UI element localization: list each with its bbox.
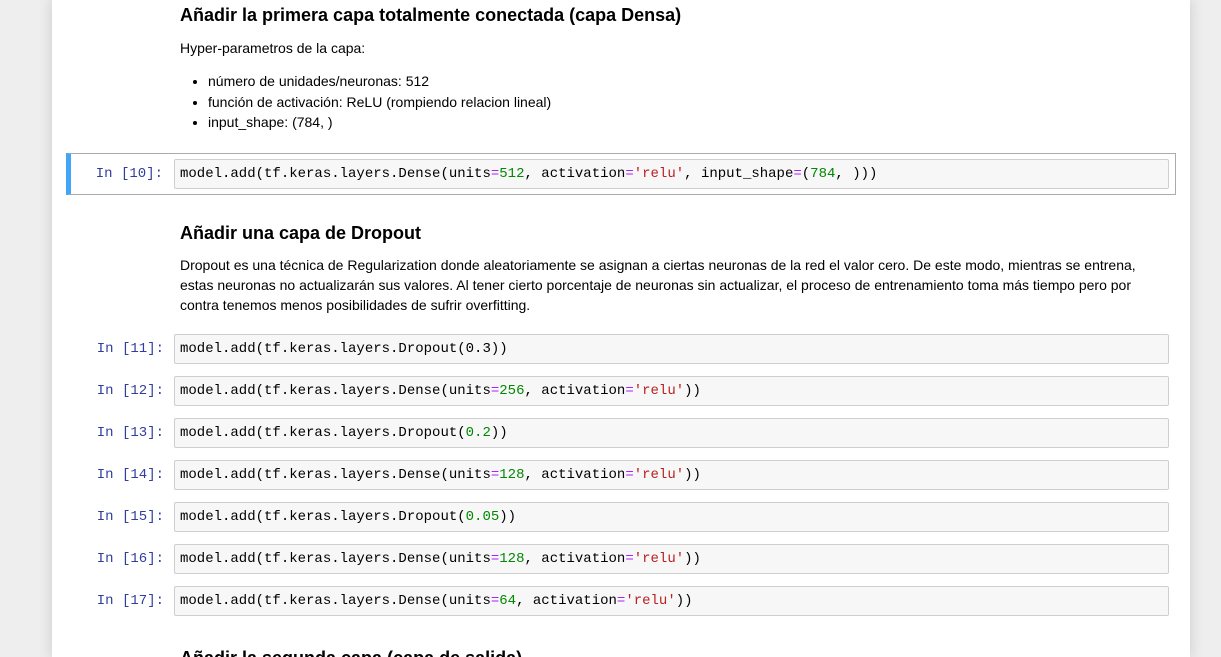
cell-prompt: In [11]: xyxy=(96,341,164,357)
code-text: model.add(tf.keras.layers.Dense(units=25… xyxy=(180,383,701,399)
markdown-cell-dropout-intro[interactable]: Añadir una capa de Dropout Dropout es un… xyxy=(180,222,1160,315)
code-input[interactable]: model.add(tf.keras.layers.Dense(units=12… xyxy=(174,544,1169,574)
code-cell-15[interactable]: In [15]: model.add(tf.keras.layers.Dropo… xyxy=(66,497,1176,539)
code-input[interactable]: model.add(tf.keras.layers.Dense(units=12… xyxy=(174,460,1169,490)
cell-prompt: In [13]: xyxy=(96,425,164,441)
code-input[interactable]: model.add(tf.keras.layers.Dense(units=25… xyxy=(174,376,1169,406)
code-text: model.add(tf.keras.layers.Dense(units=12… xyxy=(180,467,701,483)
code-cell-10[interactable]: In [10]: model.add(tf.keras.layers.Dense… xyxy=(66,153,1176,195)
list-item: input_shape: (784, ) xyxy=(208,112,1160,133)
code-text: model.add(tf.keras.layers.Dense(units=64… xyxy=(180,593,693,609)
code-cell-13[interactable]: In [13]: model.add(tf.keras.layers.Dropo… xyxy=(66,413,1176,455)
code-cell-17[interactable]: In [17]: model.add(tf.keras.layers.Dense… xyxy=(66,581,1176,623)
code-cell-16[interactable]: In [16]: model.add(tf.keras.layers.Dense… xyxy=(66,539,1176,581)
code-text-highlighted: model.add(tf.keras.layers.Dropout(0.3)) xyxy=(180,341,508,357)
code-input[interactable]: model.add(tf.keras.layers.Dense(units=51… xyxy=(174,159,1169,189)
code-input[interactable]: model.add(tf.keras.layers.Dropout(0.3)) xyxy=(174,334,1169,364)
list-item: función de activación: ReLU (rompiendo r… xyxy=(208,92,1160,113)
code-input[interactable]: model.add(tf.keras.layers.Dropout(0.2)) xyxy=(174,418,1169,448)
code-text: model.add(tf.keras.layers.Dropout(0.05)) xyxy=(180,509,517,525)
code-text: model.add(tf.keras.layers.Dense(units=12… xyxy=(180,551,701,567)
code-text: model.add(tf.keras.layers.Dropout(0.2)) xyxy=(180,425,508,441)
code-cell-11[interactable]: In [11]: model.add(tf.keras.layers.Dropo… xyxy=(66,329,1176,371)
section-heading-dropout: Añadir una capa de Dropout xyxy=(180,223,422,243)
code-input[interactable]: model.add(tf.keras.layers.Dense(units=64… xyxy=(174,586,1169,616)
hyperparams-intro: Hyper-parametros de la capa: xyxy=(180,40,366,56)
cell-prompt: In [10]: xyxy=(95,166,163,182)
dropout-description: Dropout es una técnica de Regularization… xyxy=(180,257,1136,313)
cell-prompt: In [17]: xyxy=(96,593,164,609)
list-item: número de unidades/neuronas: 512 xyxy=(208,71,1160,92)
hyperparams-list: número de unidades/neuronas: 512 función… xyxy=(180,71,1160,133)
markdown-cell-dense-intro[interactable]: Añadir la primera capa totalmente conect… xyxy=(180,4,1160,133)
notebook-container: Añadir la primera capa totalmente conect… xyxy=(52,0,1190,657)
code-cell-14[interactable]: In [14]: model.add(tf.keras.layers.Dense… xyxy=(66,455,1176,497)
cell-prompt: In [15]: xyxy=(96,509,164,525)
code-cell-12[interactable]: In [12]: model.add(tf.keras.layers.Dense… xyxy=(66,371,1176,413)
cell-prompt: In [16]: xyxy=(96,551,164,567)
section-heading-output: Añadir la segunda capa (capa de salida) xyxy=(180,647,1160,657)
code-input[interactable]: model.add(tf.keras.layers.Dropout(0.05)) xyxy=(174,502,1169,532)
code-text: model.add(tf.keras.layers.Dense(units=51… xyxy=(180,166,878,182)
cell-prompt: In [12]: xyxy=(96,383,164,399)
section-heading-dense: Añadir la primera capa totalmente conect… xyxy=(180,5,682,25)
markdown-cell-output-layer[interactable]: Añadir la segunda capa (capa de salida) xyxy=(180,647,1160,657)
cell-prompt: In [14]: xyxy=(96,467,164,483)
